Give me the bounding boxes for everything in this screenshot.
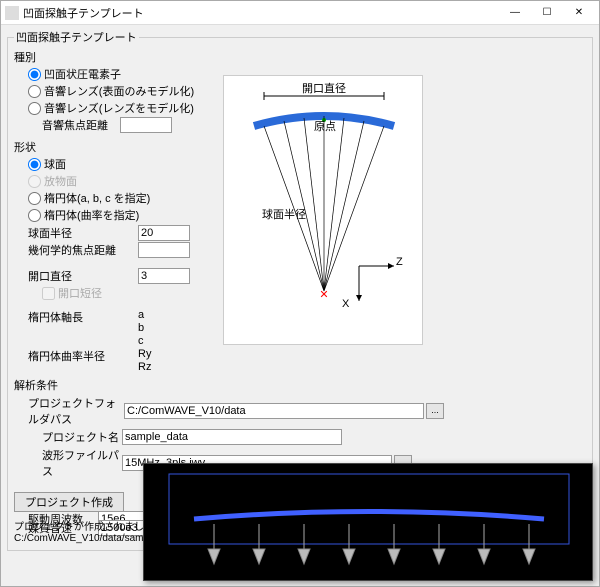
aperture-s-check	[42, 287, 55, 300]
diagram-aperture-label: 開口直径	[302, 80, 346, 96]
shape-ellip-curv-label: 楕円体(曲率を指定)	[44, 207, 139, 223]
result-preview	[143, 463, 593, 581]
aperture-d-label: 開口直径	[28, 268, 138, 284]
curv-rz: Rz	[138, 361, 151, 373]
wave-path-label: 波形ファイルパス	[42, 447, 122, 479]
create-project-button[interactable]: プロジェクト作成	[14, 492, 124, 512]
maximize-button[interactable]: ☐	[531, 3, 563, 23]
ellip-axes-label: 楕円体軸長	[28, 309, 138, 325]
shape-parabolic-label: 放物面	[44, 173, 77, 189]
axis-c: c	[138, 335, 144, 347]
shape-ellip-curv-radio[interactable]	[28, 209, 41, 222]
main-legend: 凹面探触子テンプレート	[14, 29, 139, 45]
type-concave-label: 凹面状圧電素子	[44, 66, 121, 82]
acoustic-focal-label: 音響焦点距離	[42, 117, 120, 133]
ellip-axes-list: a b c	[138, 309, 144, 347]
shape-spherical-label: 球面	[44, 156, 66, 172]
diagram-x-label: X	[342, 298, 349, 310]
sph-radius-label: 球面半径	[28, 225, 138, 241]
type-lens-surface-radio[interactable]	[28, 85, 41, 98]
analysis-legend: 解析条件	[14, 377, 586, 393]
acoustic-focal-input[interactable]	[120, 117, 172, 133]
shape-ellip-abc-radio[interactable]	[28, 192, 41, 205]
type-lens-surface-label: 音響レンズ(表面のみモデル化)	[44, 83, 194, 99]
app-icon	[5, 6, 19, 20]
proj-folder-label: プロジェクトフォルダパス	[28, 395, 124, 427]
type-concave-radio[interactable]	[28, 68, 41, 81]
sph-radius-input[interactable]	[138, 225, 190, 241]
aperture-s-label: 開口短径	[58, 285, 102, 301]
ellip-curv-label: 楕円体曲率半径	[28, 348, 138, 364]
proj-name-label: プロジェクト名	[42, 429, 122, 445]
type-legend: 種別	[14, 49, 586, 65]
curv-ry: Ry	[138, 348, 151, 360]
ellip-curv-list: Ry Rz	[138, 348, 151, 373]
proj-folder-input[interactable]	[124, 403, 424, 419]
status-line2: C:/ComWAVE_V10/data/samp	[14, 533, 154, 544]
aperture-d-input[interactable]	[138, 268, 190, 284]
diagram-radius-label: 球面半径	[262, 206, 306, 222]
transducer-diagram: ✕ 開口直径 原点 球面半径 Z X	[223, 75, 423, 345]
type-lens-model-label: 音響レンズ(レンズをモデル化)	[44, 100, 194, 116]
close-button[interactable]: ✕	[563, 3, 595, 23]
window-title: 凹面探触子テンプレート	[23, 5, 499, 21]
svg-text:✕: ✕	[319, 289, 328, 301]
app-window: 凹面探触子テンプレート — ☐ ✕ 凹面探触子テンプレート 種別 凹面状圧電素子…	[0, 0, 600, 587]
geom-focal-input[interactable]	[138, 242, 190, 258]
diagram-z-label: Z	[396, 256, 403, 268]
axis-b: b	[138, 322, 144, 334]
shape-parabolic-radio	[28, 175, 41, 188]
titlebar: 凹面探触子テンプレート — ☐ ✕	[1, 1, 599, 25]
shape-ellip-abc-label: 楕円体(a, b, c を指定)	[44, 190, 150, 206]
axis-a: a	[138, 309, 144, 321]
diagram-origin-label: 原点	[314, 118, 336, 134]
minimize-button[interactable]: —	[499, 3, 531, 23]
shape-spherical-radio[interactable]	[28, 158, 41, 171]
type-lens-model-radio[interactable]	[28, 102, 41, 115]
proj-name-input[interactable]	[122, 429, 342, 445]
geom-focal-label: 幾何学的焦点距離	[28, 242, 138, 258]
proj-folder-browse-button[interactable]: ...	[426, 403, 444, 419]
status-line1: プロジェクトが作成されました	[14, 518, 154, 533]
